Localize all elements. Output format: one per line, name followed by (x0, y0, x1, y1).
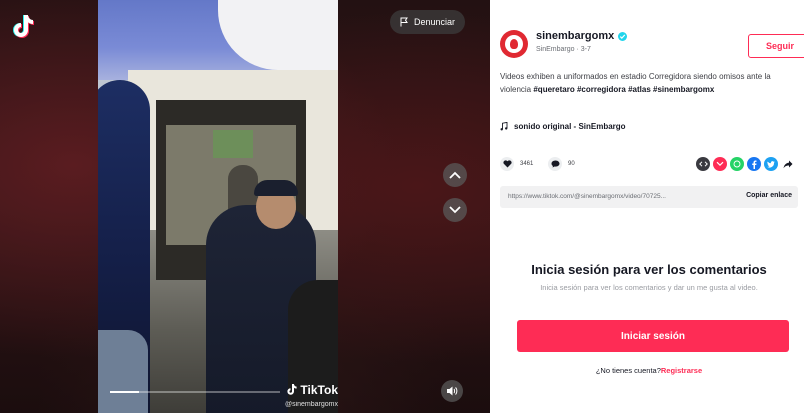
pocket-icon[interactable] (713, 157, 727, 171)
post-details-panel: sinembargomx SinEmbargo · 3-7 Seguir Vid… (490, 0, 804, 413)
sound-link[interactable]: sonido original - SinEmbargo (500, 122, 626, 131)
next-video-button[interactable] (443, 198, 467, 222)
copy-link-button[interactable]: Copiar enlace (746, 192, 792, 199)
whatsapp-icon[interactable] (730, 157, 744, 171)
video-frame[interactable] (98, 0, 338, 413)
video-player[interactable]: TikTok @sinembargomx Denunciar (0, 0, 490, 413)
author-username-link[interactable]: sinembargomx (536, 30, 628, 42)
chevron-up-icon (449, 171, 461, 179)
embed-icon[interactable] (696, 157, 710, 171)
watermark-user: @sinembargomx (284, 401, 338, 408)
author-display-name: SinEmbargo (536, 46, 575, 53)
share-link-bar: https://www.tiktok.com/@sinembargomx/vid… (500, 186, 798, 208)
report-button[interactable]: Denunciar (390, 10, 466, 34)
video-watermark: TikTok @sinembargomx (278, 382, 338, 409)
like-action[interactable]: 3461 (500, 157, 533, 171)
share-icons (696, 157, 795, 171)
video-progress-fill (110, 391, 139, 393)
author-username: sinembargomx (536, 30, 615, 42)
tiktok-logo-icon[interactable] (12, 14, 34, 38)
heart-icon (500, 157, 514, 171)
volume-button[interactable] (441, 380, 463, 402)
hashtag-link[interactable]: #queretaro (533, 85, 574, 94)
like-count: 3461 (520, 161, 534, 167)
hashtag-link[interactable]: #corregidora (577, 85, 626, 94)
post-date: 3-7 (580, 46, 591, 53)
flag-icon (400, 17, 408, 27)
hashtag-link[interactable]: #atlas (628, 85, 651, 94)
chevron-down-icon (449, 206, 461, 214)
post-actions: 3461 90 (500, 157, 800, 175)
no-account-text: ¿No tienes cuenta? (595, 366, 661, 375)
verified-icon (618, 31, 628, 41)
author-meta: SinEmbargo · 3-7 (536, 46, 591, 53)
post-caption: Videos exhiben a uniformados en estadio … (500, 71, 798, 96)
tiktok-watermark-icon (287, 384, 298, 395)
avatar[interactable] (500, 30, 528, 58)
comment-icon (548, 157, 562, 171)
share-arrow-icon[interactable] (781, 157, 795, 171)
author-info: sinembargomx SinEmbargo · 3-7 Seguir (500, 28, 804, 62)
watermark-brand: TikTok (300, 382, 338, 397)
comment-count: 90 (568, 161, 575, 167)
music-note-icon (500, 122, 508, 131)
hashtag-link[interactable]: #sinembargomx (653, 85, 714, 94)
signup-prompt: ¿No tienes cuenta?Registrarse (500, 366, 798, 375)
login-prompt-title: Inicia sesión para ver los comentarios (531, 262, 767, 277)
signup-link[interactable]: Registrarse (661, 366, 702, 375)
share-link-text[interactable]: https://www.tiktok.com/@sinembargomx/vid… (508, 193, 718, 200)
facebook-icon[interactable] (747, 157, 761, 171)
twitter-icon[interactable] (764, 157, 778, 171)
follow-button[interactable]: Seguir (748, 34, 804, 58)
volume-icon (446, 386, 457, 396)
comment-action[interactable]: 90 (548, 157, 575, 171)
previous-video-button[interactable] (443, 163, 467, 187)
report-label: Denunciar (414, 17, 456, 27)
video-progress-bar[interactable] (110, 391, 280, 393)
login-button[interactable]: Iniciar sesión (517, 320, 789, 352)
login-prompt-subtitle: Inicia sesión para ver los comentarios y… (540, 283, 758, 292)
sound-label: sonido original - SinEmbargo (514, 122, 626, 131)
